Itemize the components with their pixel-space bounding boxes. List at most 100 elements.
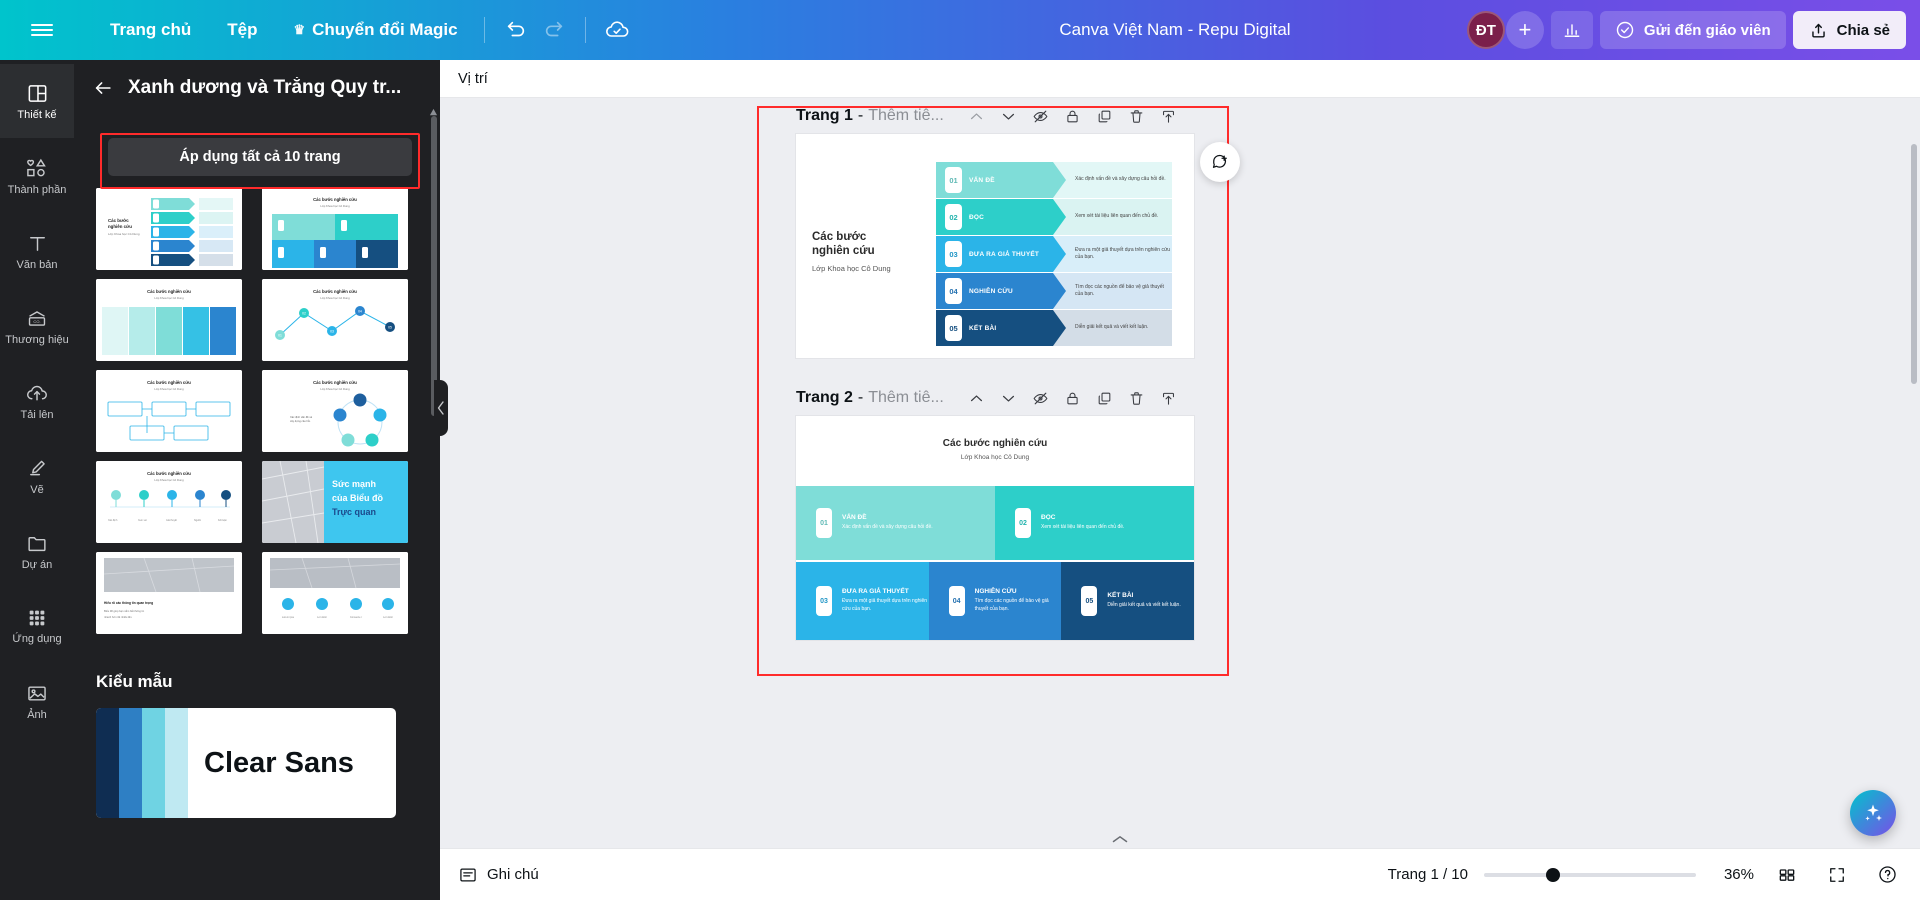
panel-collapse-handle[interactable]: [434, 380, 448, 436]
step-desc: Diễn giải kết quả và viết kết luận.: [1053, 310, 1172, 346]
style-card-clear-sans[interactable]: Clear Sans: [96, 708, 396, 818]
add-page-button-2[interactable]: [1154, 383, 1184, 413]
canvas-vertical-scrollbar[interactable]: [1910, 140, 1918, 840]
page-number-label-2: Trang 2: [796, 389, 853, 407]
slide-1-step: 03 ĐƯA RA GIẢ THUYẾT Đưa ra một giả thuy…: [936, 236, 1172, 272]
undo-button[interactable]: [497, 11, 535, 49]
header-divider-2: [585, 17, 586, 43]
template-thumbnail[interactable]: Hiểu rõ các thông tin quan trọng Biểu đồ…: [96, 552, 242, 634]
chevron-up-small-icon: [1112, 835, 1128, 844]
page-header-1: Trang 1 - Thêm tiê...: [758, 98, 1178, 134]
duplicate-page-button-1[interactable]: [1090, 101, 1120, 131]
send-to-teacher-button[interactable]: Gửi đến giáo viên: [1600, 11, 1786, 49]
sidebar-item-brand[interactable]: CO. Thương hiệu: [0, 289, 74, 363]
position-button[interactable]: Vị trí: [458, 71, 488, 87]
delete-page-button-2[interactable]: [1122, 383, 1152, 413]
page-2-slide[interactable]: Các bước nghiên cứu Lớp Khoa học Cô Dung…: [796, 416, 1194, 640]
delete-page-button-1[interactable]: [1122, 101, 1152, 131]
status-right-group: Trang 1 / 10 36%: [1388, 858, 1920, 892]
slide-2-step: 04 NGHIÊN CỨU Tìm đọc các nguồn để bảo v…: [929, 562, 1062, 640]
canvas-vertical-scroll-thumb[interactable]: [1911, 144, 1917, 384]
add-page-button-1[interactable]: [1154, 101, 1184, 131]
svg-text:Trực quan: Trực quan: [332, 507, 376, 517]
lock-page-button-2[interactable]: [1058, 383, 1088, 413]
magic-assistant-button[interactable]: [1850, 790, 1896, 836]
thumb-preview-blocks-wide: Các bước nghiên cứu Lớp Khoa học Cô Dung: [262, 188, 408, 270]
thumb-preview-flow-boxes: Các bước nghiên cứu Lớp Khoa học Cô Dung: [96, 370, 242, 452]
grid-view-button[interactable]: [1770, 858, 1804, 892]
sidebar-item-uploads[interactable]: Tải lên: [0, 364, 74, 438]
svg-text:Sức mạnh: Sức mạnh: [332, 479, 376, 489]
swatch-1: [96, 708, 119, 818]
slide-2-step: 03 ĐƯA RA GIẢ THUYẾT Đưa ra một giả thuy…: [796, 562, 929, 640]
template-thumbnail[interactable]: Sức mạnh của Biểu đồ Trực quan: [262, 461, 408, 543]
status-bar: Ghi chú Trang 1 / 10 36%: [440, 848, 1920, 900]
avatar[interactable]: ĐT: [1467, 11, 1505, 49]
zoom-slider-knob[interactable]: [1546, 868, 1560, 882]
document-title[interactable]: Canva Việt Nam - Repu Digital: [1059, 20, 1290, 40]
svg-text:Kết luận: Kết luận: [218, 519, 227, 522]
sidebar-item-projects[interactable]: Dự án: [0, 514, 74, 588]
fullscreen-button[interactable]: [1820, 858, 1854, 892]
move-page-down-button-1[interactable]: [994, 101, 1024, 131]
step-label: VẤN ĐỀ: [842, 514, 933, 521]
hide-page-button-1[interactable]: [1026, 101, 1056, 131]
canvas-scroll-area[interactable]: Trang 1 - Thêm tiê...: [440, 98, 1920, 858]
template-thumbnail[interactable]: Các bước nghiên cứu Lớp Khoa học Cô Dung…: [262, 370, 408, 452]
canvas-collapse-handle[interactable]: [1100, 832, 1140, 846]
step-label: KẾT BÀI: [1107, 592, 1180, 599]
step-label: ĐƯA RA GIẢ THUYẾT: [842, 588, 929, 595]
step-desc: Đưa ra một giả thuyết dựa trên nghiên cứ…: [1053, 236, 1172, 272]
zoom-slider[interactable]: [1484, 865, 1696, 885]
svg-text:nghiên cứu: nghiên cứu: [108, 224, 132, 229]
move-page-up-button-2[interactable]: [962, 383, 992, 413]
duplicate-page-button-2[interactable]: [1090, 383, 1120, 413]
page-dash-1: -: [858, 107, 863, 125]
template-thumbnail[interactable]: Các bước nghiên cứu Lớp Khoa học Cô Dung: [262, 188, 408, 270]
svg-text:03: 03: [330, 330, 334, 334]
template-thumbnail[interactable]: Các bước nghiên cứu Lớp Khoa học Cô Dung: [96, 279, 242, 361]
sidebar-item-photos[interactable]: Ảnh: [0, 664, 74, 738]
thumb-preview-photo-icons: Lorem ipsuLor dolorConsecte rLor dolor: [262, 552, 408, 634]
template-thumbnail[interactable]: Các bước nghiên cứu Lớp Khoa học Cô Dung: [96, 370, 242, 452]
insights-button[interactable]: [1551, 11, 1593, 49]
panel-scroll-up-arrow[interactable]: [429, 104, 438, 113]
add-collaborator-button[interactable]: +: [1506, 11, 1544, 49]
help-button[interactable]: [1870, 858, 1904, 892]
left-nav-rail: Thiết kế Thành phần Văn bản CO. Thươ: [0, 60, 74, 900]
step-number: 05: [1081, 586, 1097, 616]
page-1-slide[interactable]: Các bướcnghiên cứu Lớp Khoa học Cô Dung …: [796, 134, 1194, 358]
template-thumbnail[interactable]: Các bước nghiên cứu Lớp Khoa học Cô Dung…: [96, 461, 242, 543]
page-title-placeholder-1[interactable]: Thêm tiê...: [868, 107, 944, 125]
template-thumbnail[interactable]: Các bước nghiên cứu Lớp Khoa học Cô Dung: [96, 188, 242, 270]
share-button[interactable]: Chia sẻ: [1793, 11, 1906, 49]
move-page-up-button-1[interactable]: [962, 101, 992, 131]
page-title-placeholder-2[interactable]: Thêm tiê...: [868, 389, 944, 407]
sidebar-item-draw[interactable]: Vẽ: [0, 439, 74, 513]
notes-button[interactable]: Ghi chú: [458, 865, 539, 885]
menu-item-file[interactable]: Tệp: [213, 12, 271, 48]
menu-item-magic-switch[interactable]: ♛ Chuyển đổi Magic: [279, 12, 471, 48]
step-desc: Tìm đọc các nguồn để bảo vệ giả thuyết c…: [975, 598, 1062, 614]
main-menu-button[interactable]: [14, 21, 70, 39]
sidebar-item-design[interactable]: Thiết kế: [0, 64, 74, 138]
add-comment-button[interactable]: [1200, 142, 1240, 182]
lock-icon: [1064, 108, 1081, 125]
apps-grid-icon: [26, 607, 48, 629]
sidebar-item-apps[interactable]: Ứng dụng: [0, 589, 74, 663]
hide-page-button-2[interactable]: [1026, 383, 1056, 413]
redo-button[interactable]: [535, 11, 573, 49]
sidebar-item-text[interactable]: Văn bản: [0, 214, 74, 288]
cloud-save-button[interactable]: [598, 11, 636, 49]
panel-back-button[interactable]: [92, 77, 114, 99]
apply-all-pages-button[interactable]: Áp dụng tất cả 10 trang: [108, 138, 412, 176]
add-page-icon: [1160, 390, 1177, 407]
zoom-percent-label[interactable]: 36%: [1712, 866, 1754, 883]
template-thumbnail[interactable]: Lorem ipsuLor dolorConsecte rLor dolor: [262, 552, 408, 634]
lock-page-button-1[interactable]: [1058, 101, 1088, 131]
sidebar-item-elements[interactable]: Thành phần: [0, 139, 74, 213]
menu-item-magic-switch-label: Chuyển đổi Magic: [312, 20, 457, 40]
move-page-down-button-2[interactable]: [994, 383, 1024, 413]
menu-item-home[interactable]: Trang chủ: [96, 12, 205, 48]
template-thumbnail[interactable]: Các bước nghiên cứu Lớp Khoa học Cô Dung…: [262, 279, 408, 361]
